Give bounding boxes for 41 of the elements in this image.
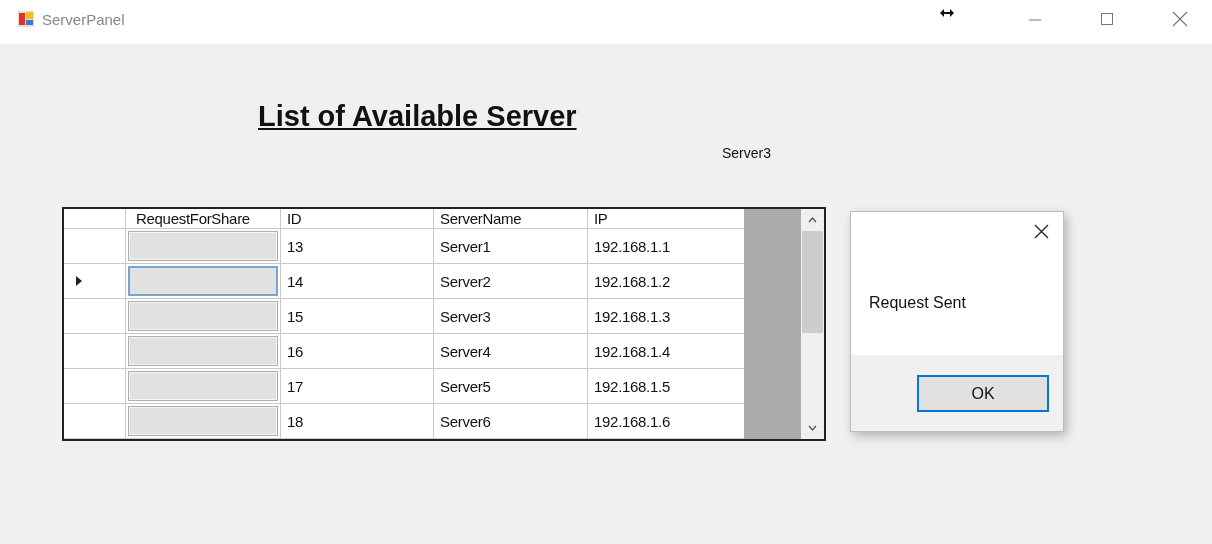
request-share-button[interactable] [128,406,278,436]
table-cell-text: 192.168.1.1 [593,236,671,257]
page-heading: List of Available Server [258,99,577,134]
column-header[interactable]: ServerName [434,209,588,228]
selected-server-label: Server3 [722,145,772,161]
request-share-button[interactable] [128,266,278,296]
table-cell: 15 [281,299,434,333]
request-share-button[interactable] [128,301,278,331]
table-cell: Server6 [434,404,588,438]
column-header[interactable]: RequestForShare [126,209,281,228]
vertical-scrollbar[interactable] [801,209,824,439]
request-share-button[interactable] [128,371,278,401]
table-cell: 16 [281,334,434,368]
table-cell-text: 192.168.1.4 [593,341,671,362]
table-cell-text: 192.168.1.2 [593,271,671,292]
table-cell-text: 192.168.1.6 [593,411,671,432]
request-share-button[interactable] [128,231,278,261]
table-cell: 18 [281,404,434,438]
table-cell-text: 192.168.1.5 [593,376,671,397]
close-icon[interactable] [1034,224,1049,239]
window-title: ServerPanel [42,10,125,28]
app-icon [18,11,34,27]
table-cell: 17 [281,369,434,403]
table-cell: 14 [281,264,434,298]
table-cell: Server5 [434,369,588,403]
scroll-up-icon[interactable] [808,217,817,223]
maximize-icon[interactable] [1100,12,1114,26]
column-header[interactable]: ID [281,209,434,228]
table-cell: Server1 [434,229,588,263]
scrollbar-thumb[interactable] [802,231,823,333]
resize-cursor-icon [940,9,954,17]
table-cell: Server4 [434,334,588,368]
table-cell: 13 [281,229,434,263]
table-cell: Server2 [434,264,588,298]
table-cell: Server3 [434,299,588,333]
ok-button[interactable]: OK [917,375,1049,412]
scroll-down-icon[interactable] [808,425,817,431]
column-header[interactable]: IP [588,209,744,228]
table-cell-text: 192.168.1.3 [593,306,671,327]
dialog-message: Request Sent [869,294,966,312]
request-share-button[interactable] [128,336,278,366]
